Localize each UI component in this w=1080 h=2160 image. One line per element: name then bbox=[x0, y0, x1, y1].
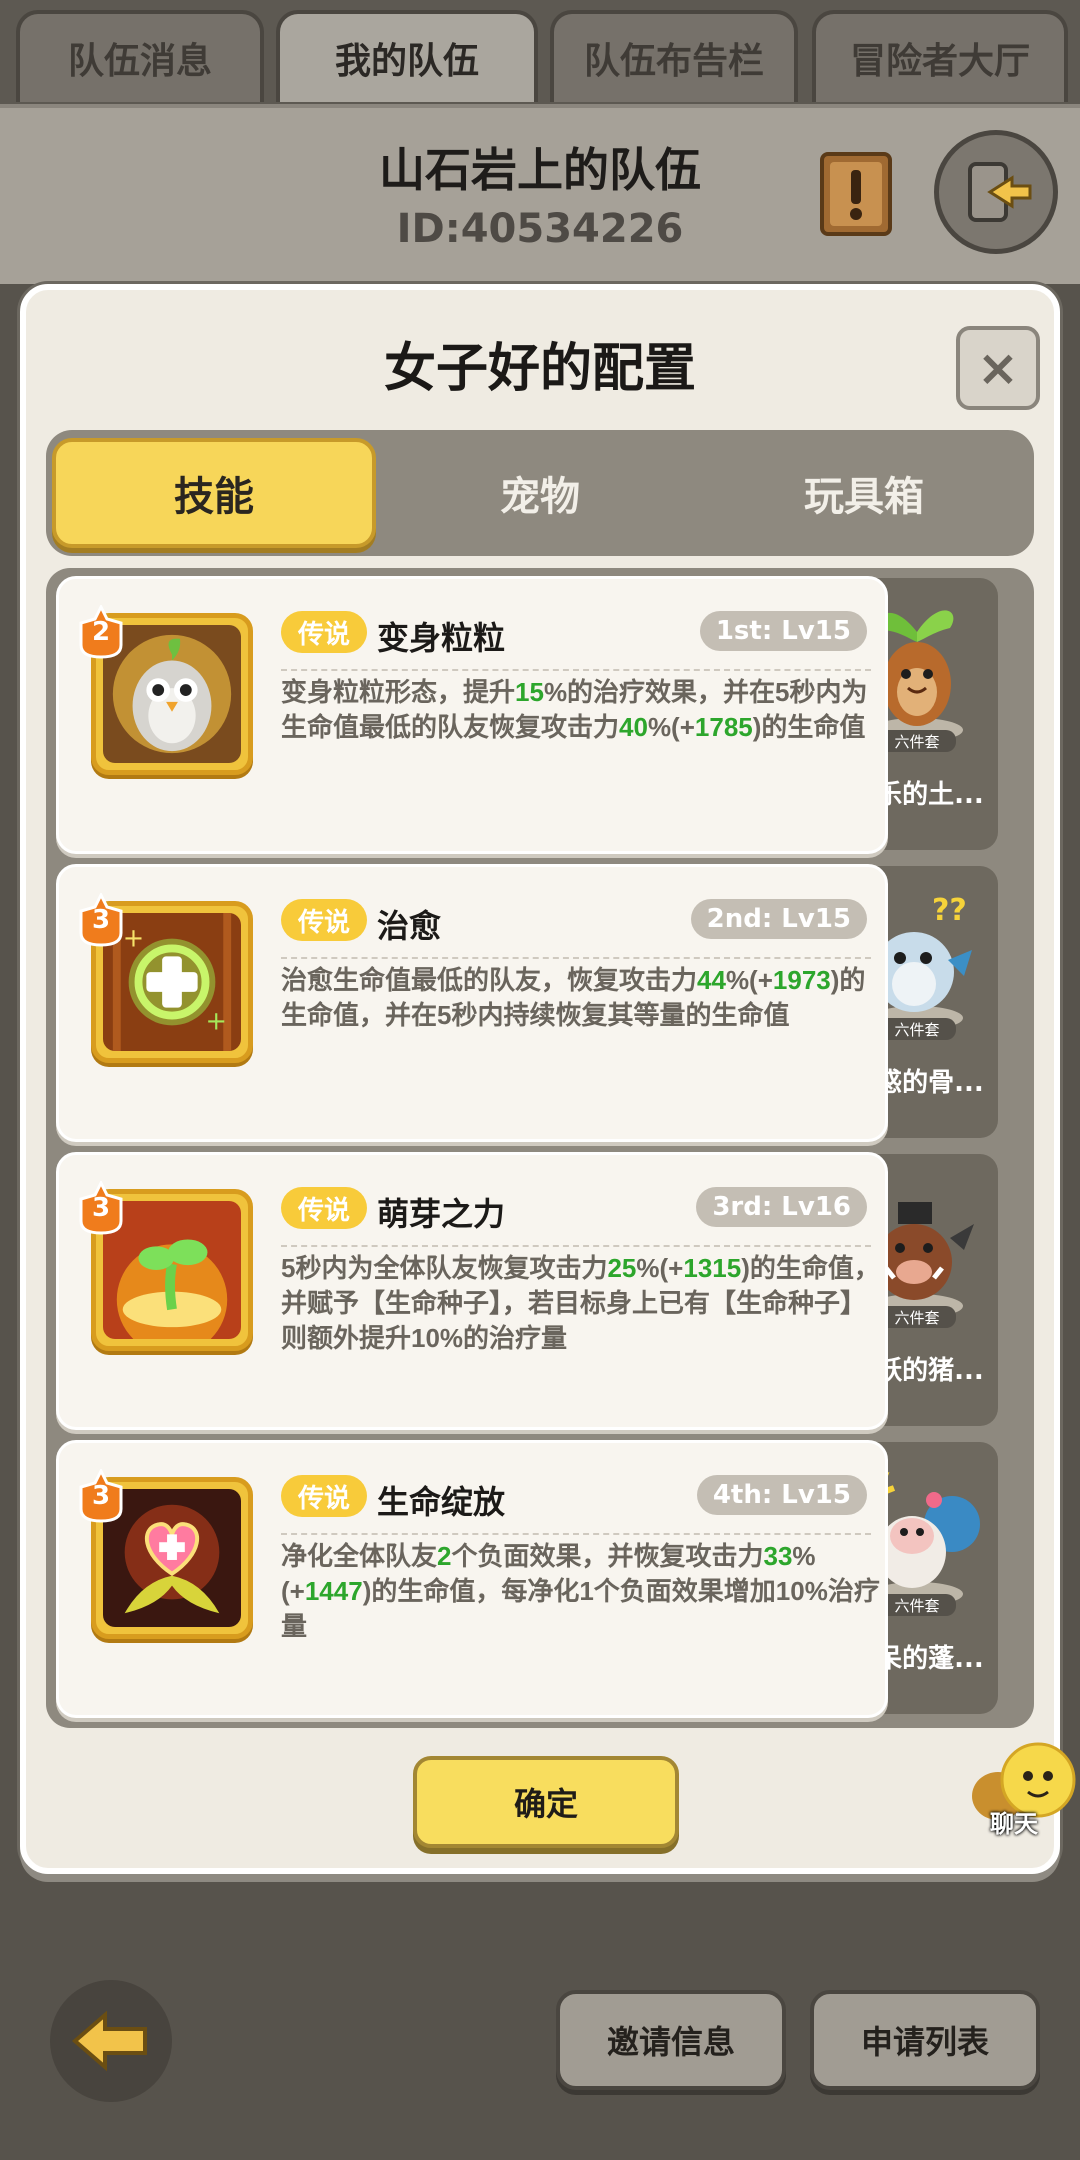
skill-name: 生命绽放 bbox=[377, 1483, 506, 1521]
description-text: 净化全体队友 bbox=[281, 1541, 438, 1571]
description-text: %(+ bbox=[647, 712, 695, 742]
back-button[interactable] bbox=[50, 1980, 172, 2102]
skill-order-badge: 1st: Lv15 bbox=[699, 611, 867, 651]
svg-text:??: ?? bbox=[932, 893, 967, 928]
dialog-title: 女子好的配置 bbox=[383, 339, 696, 399]
exit-team-button[interactable] bbox=[934, 130, 1058, 254]
invite-info-button[interactable]: 邀请信息 bbox=[556, 1990, 786, 2090]
skill-row: 六件套 发呆的蓬... 3 传说 生命绽放 4th: Lv15 净化全体队友2个… bbox=[56, 1440, 1022, 1718]
rarity-badge: 传说 bbox=[281, 611, 367, 653]
description-text: )的生命值，每净化1个负面效果增加10%治疗量 bbox=[281, 1576, 880, 1641]
highlight-value: 44 bbox=[697, 965, 726, 995]
skill-description: 5秒内为全体队友恢复攻击力25%(+1315)的生命值，并赋予【生命种子】，若目… bbox=[281, 1251, 881, 1356]
chat-label[interactable]: 聊天 bbox=[990, 1804, 1038, 1839]
highlight-value: 2 bbox=[437, 1541, 452, 1571]
divider bbox=[281, 957, 871, 959]
loadout-dialog: 女子好的配置 × 技能 宠物 玩具箱 六件套 快乐的土... 2 传说 变身粒粒… bbox=[20, 284, 1060, 1874]
skill-level-badge: 3 bbox=[77, 1179, 125, 1235]
highlight-value: 25 bbox=[607, 1253, 637, 1283]
svg-text:+: + bbox=[206, 1006, 227, 1036]
close-icon: × bbox=[977, 339, 1019, 397]
highlight-value: 1973 bbox=[772, 965, 831, 995]
skill-name: 变身粒粒 bbox=[377, 619, 506, 657]
apply-list-button[interactable]: 申请列表 bbox=[810, 1990, 1040, 2090]
highlight-value: 40 bbox=[619, 712, 648, 742]
tab-toy-box[interactable]: 玩具箱 bbox=[702, 438, 1026, 548]
skill-row: 六件套 活跃的猪... 3 传说 萌芽之力 3rd: Lv16 5秒内为全体队友… bbox=[56, 1152, 1022, 1430]
rarity-badge: 传说 bbox=[281, 1475, 367, 1517]
skill-level-badge: 3 bbox=[77, 1467, 125, 1523]
tab-team-messages[interactable]: 队伍消息 bbox=[16, 10, 264, 102]
skill-level-badge: 3 bbox=[77, 891, 125, 947]
description-text: 变身粒粒形态，提升 bbox=[281, 677, 516, 707]
rarity-badge: 传说 bbox=[281, 899, 367, 941]
skill-list: 六件套 快乐的土... 2 传说 变身粒粒 1st: Lv15 变身粒粒形态，提… bbox=[46, 568, 1034, 1728]
description-text: )的生命值 bbox=[752, 712, 866, 742]
skill-description: 变身粒粒形态，提升15%的治疗效果，并在5秒内为生命值最低的队友恢复攻击力40%… bbox=[281, 675, 881, 745]
tab-skills[interactable]: 技能 bbox=[52, 438, 376, 548]
divider bbox=[281, 1245, 871, 1247]
skill-row: 六件套 快乐的土... 2 传说 变身粒粒 1st: Lv15 变身粒粒形态，提… bbox=[56, 576, 1022, 854]
skill-row: ?? 六件套 困惑的骨... + + 3 传说 治愈 2nd: Lv15 治愈生… bbox=[56, 864, 1022, 1142]
highlight-value: 33 bbox=[763, 1541, 793, 1571]
skill-card[interactable]: + + 3 传说 治愈 2nd: Lv15 治愈生命值最低的队友，恢复攻击力44… bbox=[56, 864, 888, 1142]
skill-order-badge: 2nd: Lv15 bbox=[690, 899, 867, 939]
skill-name: 萌芽之力 bbox=[377, 1195, 506, 1233]
skill-description: 净化全体队友2个负面效果，并恢复攻击力33%(+1447)的生命值，每净化1个负… bbox=[281, 1539, 881, 1644]
skill-card[interactable]: 3 传说 生命绽放 4th: Lv15 净化全体队友2个负面效果，并恢复攻击力3… bbox=[56, 1440, 888, 1718]
team-header: 山石岩上的队伍 ID:40534226 bbox=[0, 104, 1080, 284]
description-text: 个负面效果，并恢复攻击力 bbox=[451, 1541, 764, 1571]
skill-order-badge: 3rd: Lv16 bbox=[696, 1187, 867, 1227]
tab-adventurer-hall[interactable]: 冒险者大厅 bbox=[812, 10, 1068, 102]
team-name: 山石岩上的队伍 bbox=[379, 143, 701, 197]
highlight-value: 15 bbox=[515, 677, 544, 707]
description-text: %(+ bbox=[636, 1253, 684, 1283]
notice-scroll-icon[interactable] bbox=[816, 148, 896, 238]
divider bbox=[281, 669, 871, 671]
tab-team-board[interactable]: 队伍布告栏 bbox=[550, 10, 798, 102]
divider bbox=[281, 1533, 871, 1535]
top-tab-bar: 队伍消息 我的队伍 队伍布告栏 冒险者大厅 bbox=[0, 0, 1080, 104]
skill-card[interactable]: 3 传说 萌芽之力 3rd: Lv16 5秒内为全体队友恢复攻击力25%(+13… bbox=[56, 1152, 888, 1430]
skill-name: 治愈 bbox=[377, 907, 442, 945]
description-text: %(+ bbox=[725, 965, 773, 995]
skill-card[interactable]: 2 传说 变身粒粒 1st: Lv15 变身粒粒形态，提升15%的治疗效果，并在… bbox=[56, 576, 888, 854]
confirm-button[interactable]: 确定 bbox=[413, 1756, 679, 1848]
team-id: ID:40534226 bbox=[396, 206, 684, 252]
set-badge: 六件套 bbox=[878, 1018, 956, 1040]
tab-my-team[interactable]: 我的队伍 bbox=[276, 10, 538, 102]
exit-icon bbox=[968, 162, 1032, 222]
loadout-tabs: 技能 宠物 玩具箱 bbox=[46, 430, 1034, 556]
set-badge: 六件套 bbox=[878, 1306, 956, 1328]
back-arrow-icon bbox=[71, 2010, 147, 2072]
highlight-value: 1785 bbox=[694, 712, 753, 742]
highlight-value: 1447 bbox=[304, 1576, 363, 1606]
skill-order-badge: 4th: Lv15 bbox=[696, 1475, 867, 1515]
skill-description: 治愈生命值最低的队友，恢复攻击力44%(+1973)的生命值，并在5秒内持续恢复… bbox=[281, 963, 881, 1033]
set-badge: 六件套 bbox=[878, 1594, 956, 1616]
svg-text:+: + bbox=[123, 924, 144, 954]
set-badge: 六件套 bbox=[878, 730, 956, 752]
close-button[interactable]: × bbox=[956, 326, 1040, 410]
tab-pets[interactable]: 宠物 bbox=[378, 438, 702, 548]
rarity-badge: 传说 bbox=[281, 1187, 367, 1229]
description-text: 5秒内为全体队友恢复攻击力 bbox=[281, 1253, 608, 1283]
skill-level-badge: 2 bbox=[77, 603, 125, 659]
description-text: 治愈生命值最低的队友，恢复攻击力 bbox=[281, 965, 698, 995]
highlight-value: 1315 bbox=[683, 1253, 742, 1283]
